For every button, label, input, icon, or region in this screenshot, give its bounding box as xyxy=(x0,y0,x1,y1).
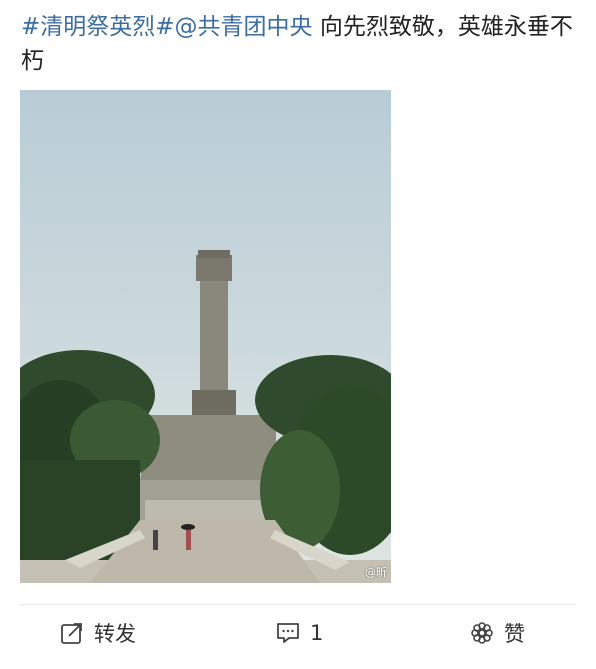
mention-link[interactable]: @共青团中央 xyxy=(175,14,313,40)
repost-button[interactable]: 转发 xyxy=(60,616,136,650)
like-button[interactable]: 赞 xyxy=(470,616,525,650)
post-text: #清明祭英烈#@共青团中央 向先烈致敬，英雄永垂不朽 xyxy=(21,10,581,78)
hashtag-link[interactable]: #清明祭英烈# xyxy=(21,14,175,40)
comment-count: 1 xyxy=(310,621,324,645)
action-bar: 转发 1 赞 xyxy=(0,608,596,658)
image-watermark: @昕 xyxy=(365,566,387,579)
post-photo[interactable]: @昕 xyxy=(20,90,391,583)
like-label: 赞 xyxy=(504,622,525,646)
repost-label: 转发 xyxy=(94,622,136,646)
comment-button[interactable]: 1 xyxy=(276,616,323,650)
comment-icon xyxy=(276,621,300,645)
monument-illustration xyxy=(20,90,391,583)
like-icon xyxy=(470,621,494,645)
repost-icon xyxy=(60,621,84,645)
divider xyxy=(20,604,576,605)
